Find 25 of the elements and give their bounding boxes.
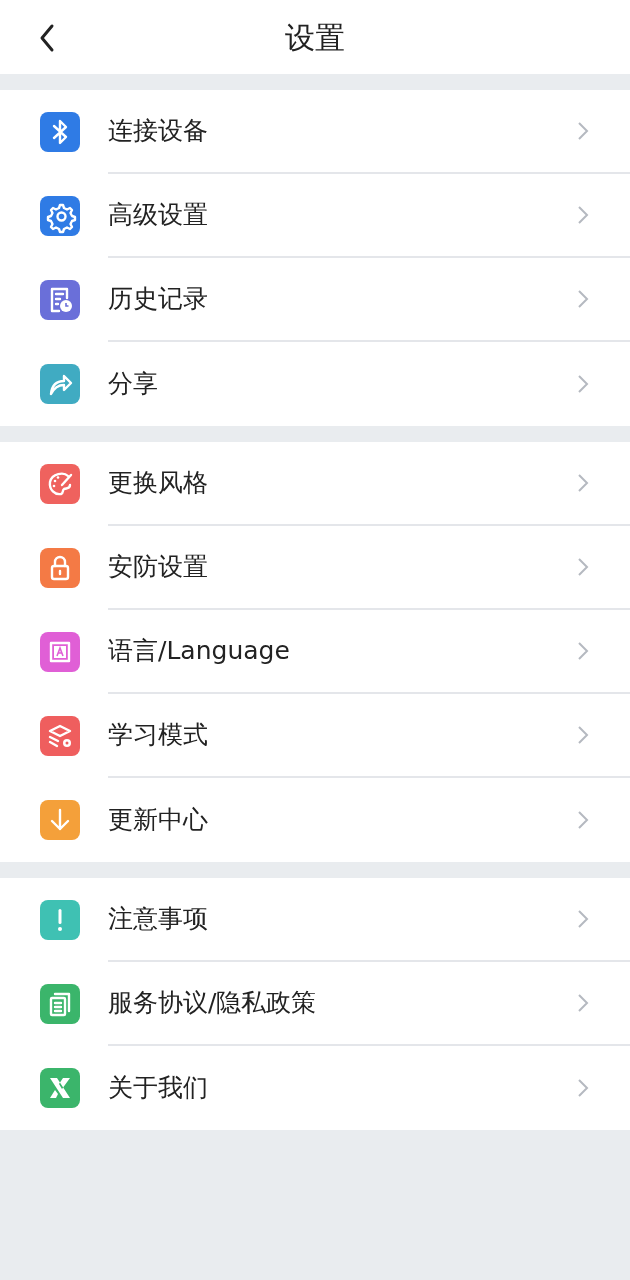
menu-label: 安防设置 [108,551,208,584]
chevron-right-icon [576,374,590,394]
chevron-right-icon [576,289,590,309]
menu-label: 服务协议/隐私政策 [108,987,317,1020]
chevron-right-icon [576,557,590,577]
menu-label: 注意事项 [108,903,208,936]
chevron-right-icon [576,810,590,830]
chevron-right-icon [576,909,590,929]
chevron-right-icon [576,641,590,661]
page-title: 设置 [285,18,345,57]
menu-label: 高级设置 [108,199,208,232]
menu-label: 更换风格 [108,467,208,500]
chevron-right-icon [576,725,590,745]
chevron-right-icon [576,1078,590,1098]
menu-label: 学习模式 [108,719,208,752]
menu-label: 历史记录 [108,283,208,316]
chevron-right-icon [576,473,590,493]
menu-label: 语言/Language [108,635,290,668]
menu-label: 连接设备 [108,115,208,148]
menu-label: 关于我们 [108,1072,208,1105]
menu-label: 分享 [108,368,158,401]
chevron-right-icon [576,993,590,1013]
chevron-right-icon [576,121,590,141]
menu-label: 更新中心 [108,804,208,837]
chevron-right-icon [576,205,590,225]
